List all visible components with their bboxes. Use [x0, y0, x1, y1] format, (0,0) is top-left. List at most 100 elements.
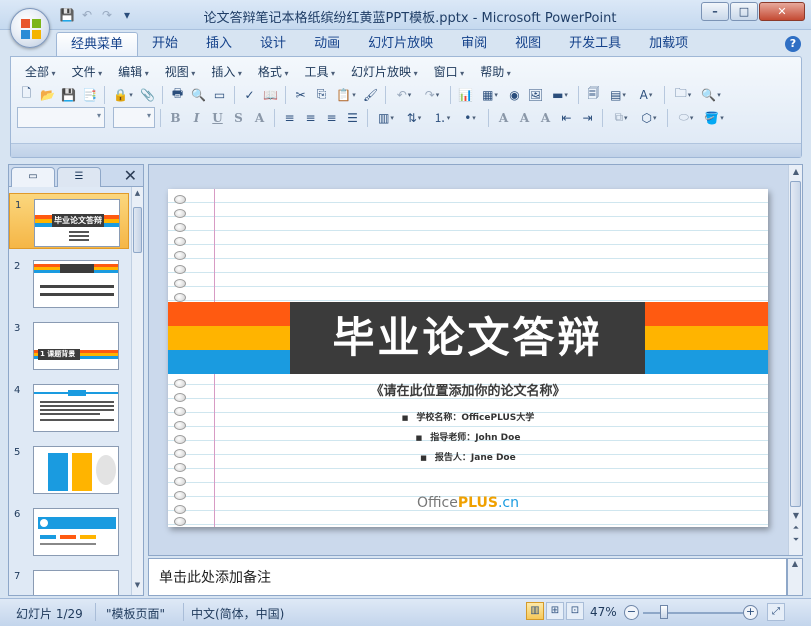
slide-thumbnail[interactable]: 6	[9, 503, 129, 559]
slide-thumbnail[interactable]: 4	[9, 379, 129, 435]
fill-color-icon[interactable]: 🪣	[701, 108, 727, 127]
zoom-in-icon[interactable]: +	[743, 605, 758, 620]
normal-view-icon[interactable]: ▥	[526, 602, 544, 620]
font-color-icon[interactable]: A	[494, 108, 513, 127]
slide-thumbnail[interactable]: 1 毕业论文答辩	[9, 193, 129, 249]
tab-developer[interactable]: 开发工具	[555, 32, 635, 56]
slide-canvas[interactable]: 毕业论文答辩 《请在此位置添加你的论文名称》 学校名称：OfficePLUS大学…	[168, 189, 768, 527]
tab-animations[interactable]: 动画	[300, 32, 354, 56]
align-center-icon[interactable]: ≡	[301, 108, 320, 127]
textbox-icon[interactable]: A	[633, 85, 659, 104]
notes-scrollbar[interactable]: ▲	[787, 558, 803, 596]
justify-icon[interactable]: ☰	[343, 108, 362, 127]
grow-font-icon[interactable]: A	[515, 108, 534, 127]
fit-to-window-icon[interactable]: ⤢	[767, 603, 785, 621]
copy-icon[interactable]: ⎘	[312, 85, 331, 104]
redo-icon[interactable]: ↷	[419, 85, 445, 104]
save-icon[interactable]: 💾	[58, 6, 76, 24]
scroll-down-icon[interactable]: ▼	[790, 511, 802, 523]
close-icon[interactable]: ✕	[124, 166, 137, 185]
find-icon[interactable]: 🔍	[698, 85, 724, 104]
office-button[interactable]	[10, 8, 50, 48]
previous-slide-icon[interactable]: ⏶	[790, 523, 802, 535]
table-icon[interactable]: ▦	[477, 85, 503, 104]
menu-window[interactable]: 窗口	[426, 63, 473, 81]
slide-thumbnail[interactable]: 5	[9, 441, 129, 497]
close-button[interactable]: ✕	[759, 2, 805, 21]
shadow-icon[interactable]: S	[229, 108, 248, 127]
scroll-up-icon[interactable]: ▲	[790, 167, 802, 179]
tab-outline[interactable]: ☰	[57, 167, 101, 187]
reporter-name[interactable]: 报告人：Jane Doe	[168, 450, 768, 463]
menu-help[interactable]: 帮助	[472, 63, 519, 81]
maximize-button[interactable]: □	[730, 2, 758, 21]
clipart-icon[interactable]: ◉	[505, 85, 524, 104]
attach-icon[interactable]: 📎	[138, 85, 157, 104]
menu-edit[interactable]: 编辑	[110, 63, 157, 81]
customize-qat-icon[interactable]: ▾	[118, 6, 136, 24]
font-size-combo[interactable]	[113, 107, 155, 128]
print-preview-icon[interactable]: 🔍	[189, 85, 208, 104]
thumbnail-scrollbar[interactable]: ▲ ▼	[131, 187, 143, 595]
format-painter-icon[interactable]: 🖌	[361, 85, 380, 104]
help-icon[interactable]: ?	[785, 36, 801, 52]
paste-icon[interactable]: 📋	[333, 85, 359, 104]
numbering-icon[interactable]: ⒈	[429, 108, 455, 127]
bold-icon[interactable]: B	[166, 108, 185, 127]
align-right-icon[interactable]: ≡	[322, 108, 341, 127]
slide-sorter-icon[interactable]: ⊞	[546, 602, 564, 620]
tab-addins[interactable]: 加载项	[635, 32, 702, 56]
print-icon[interactable]: 🖶	[168, 85, 187, 104]
scroll-thumb[interactable]	[790, 181, 801, 507]
shape-effects-icon[interactable]: ⬭	[673, 108, 699, 127]
editor-scrollbar[interactable]: ▲ ▼ ⏶ ⏷	[788, 165, 802, 555]
menu-insert[interactable]: 插入	[203, 63, 250, 81]
zoom-level[interactable]: 47%	[590, 605, 617, 619]
layout-icon[interactable]: ▤	[605, 85, 631, 104]
tab-slides[interactable]: ▭	[11, 167, 55, 187]
minimize-button[interactable]: –	[701, 2, 729, 21]
chart-icon[interactable]: 📊	[456, 85, 475, 104]
zoom-slider-thumb[interactable]	[660, 605, 668, 619]
menu-all[interactable]: 全部	[17, 63, 64, 81]
research-icon[interactable]: 📖	[261, 85, 280, 104]
tab-classic-menu[interactable]: 经典菜单	[56, 32, 139, 56]
bullets-icon[interactable]: •	[457, 108, 483, 127]
notes-pane[interactable]: 单击此处添加备注	[148, 558, 787, 596]
tab-slideshow[interactable]: 幻灯片放映	[354, 32, 447, 56]
language-status[interactable]: 中文(简体，中国)	[191, 605, 284, 622]
folder-icon[interactable]: 🗀	[670, 85, 696, 104]
zoom-slider-track[interactable]	[643, 612, 743, 614]
permission-icon[interactable]: 🔒	[110, 85, 136, 104]
advisor-name[interactable]: 指导老师：John Doe	[168, 430, 768, 443]
new-slide-icon[interactable]: 🗐	[584, 85, 603, 104]
menu-format[interactable]: 格式	[250, 63, 297, 81]
increase-indent-icon[interactable]: ⇥	[578, 108, 597, 127]
tab-insert[interactable]: 插入	[192, 32, 246, 56]
arrange-icon[interactable]: ⧉	[608, 108, 634, 127]
slide-title[interactable]: 毕业论文答辩	[290, 302, 645, 374]
scroll-thumb[interactable]	[133, 207, 142, 253]
next-slide-icon[interactable]: ⏷	[790, 535, 802, 547]
font-name-combo[interactable]	[17, 107, 105, 128]
undo-icon[interactable]: ↶	[78, 6, 96, 24]
shape-fill-icon[interactable]: ▬	[547, 85, 573, 104]
slide-thumbnail[interactable]: 2	[9, 255, 129, 311]
menu-slideshow[interactable]: 幻灯片放映	[343, 63, 426, 81]
new-icon[interactable]: 🗋	[17, 85, 36, 104]
align-left-icon[interactable]: ≡	[280, 108, 299, 127]
scroll-down-icon[interactable]: ▼	[132, 581, 143, 593]
scroll-up-icon[interactable]: ▲	[132, 189, 143, 201]
slideshow-icon[interactable]: ⊡	[566, 602, 584, 620]
decrease-indent-icon[interactable]: ⇤	[557, 108, 576, 127]
cut-icon[interactable]: ✂	[291, 85, 310, 104]
school-name[interactable]: 学校名称：OfficePLUS大学	[168, 410, 768, 423]
slide-subtitle[interactable]: 《请在此位置添加你的论文名称》	[168, 380, 768, 399]
save-icon[interactable]: 💾	[59, 85, 78, 104]
menu-file[interactable]: 文件	[64, 63, 111, 81]
tab-home[interactable]: 开始	[138, 32, 192, 56]
open-icon[interactable]: 📂	[38, 85, 57, 104]
zoom-out-icon[interactable]: −	[624, 605, 639, 620]
redo-icon[interactable]: ↷	[98, 6, 116, 24]
tab-design[interactable]: 设计	[246, 32, 300, 56]
